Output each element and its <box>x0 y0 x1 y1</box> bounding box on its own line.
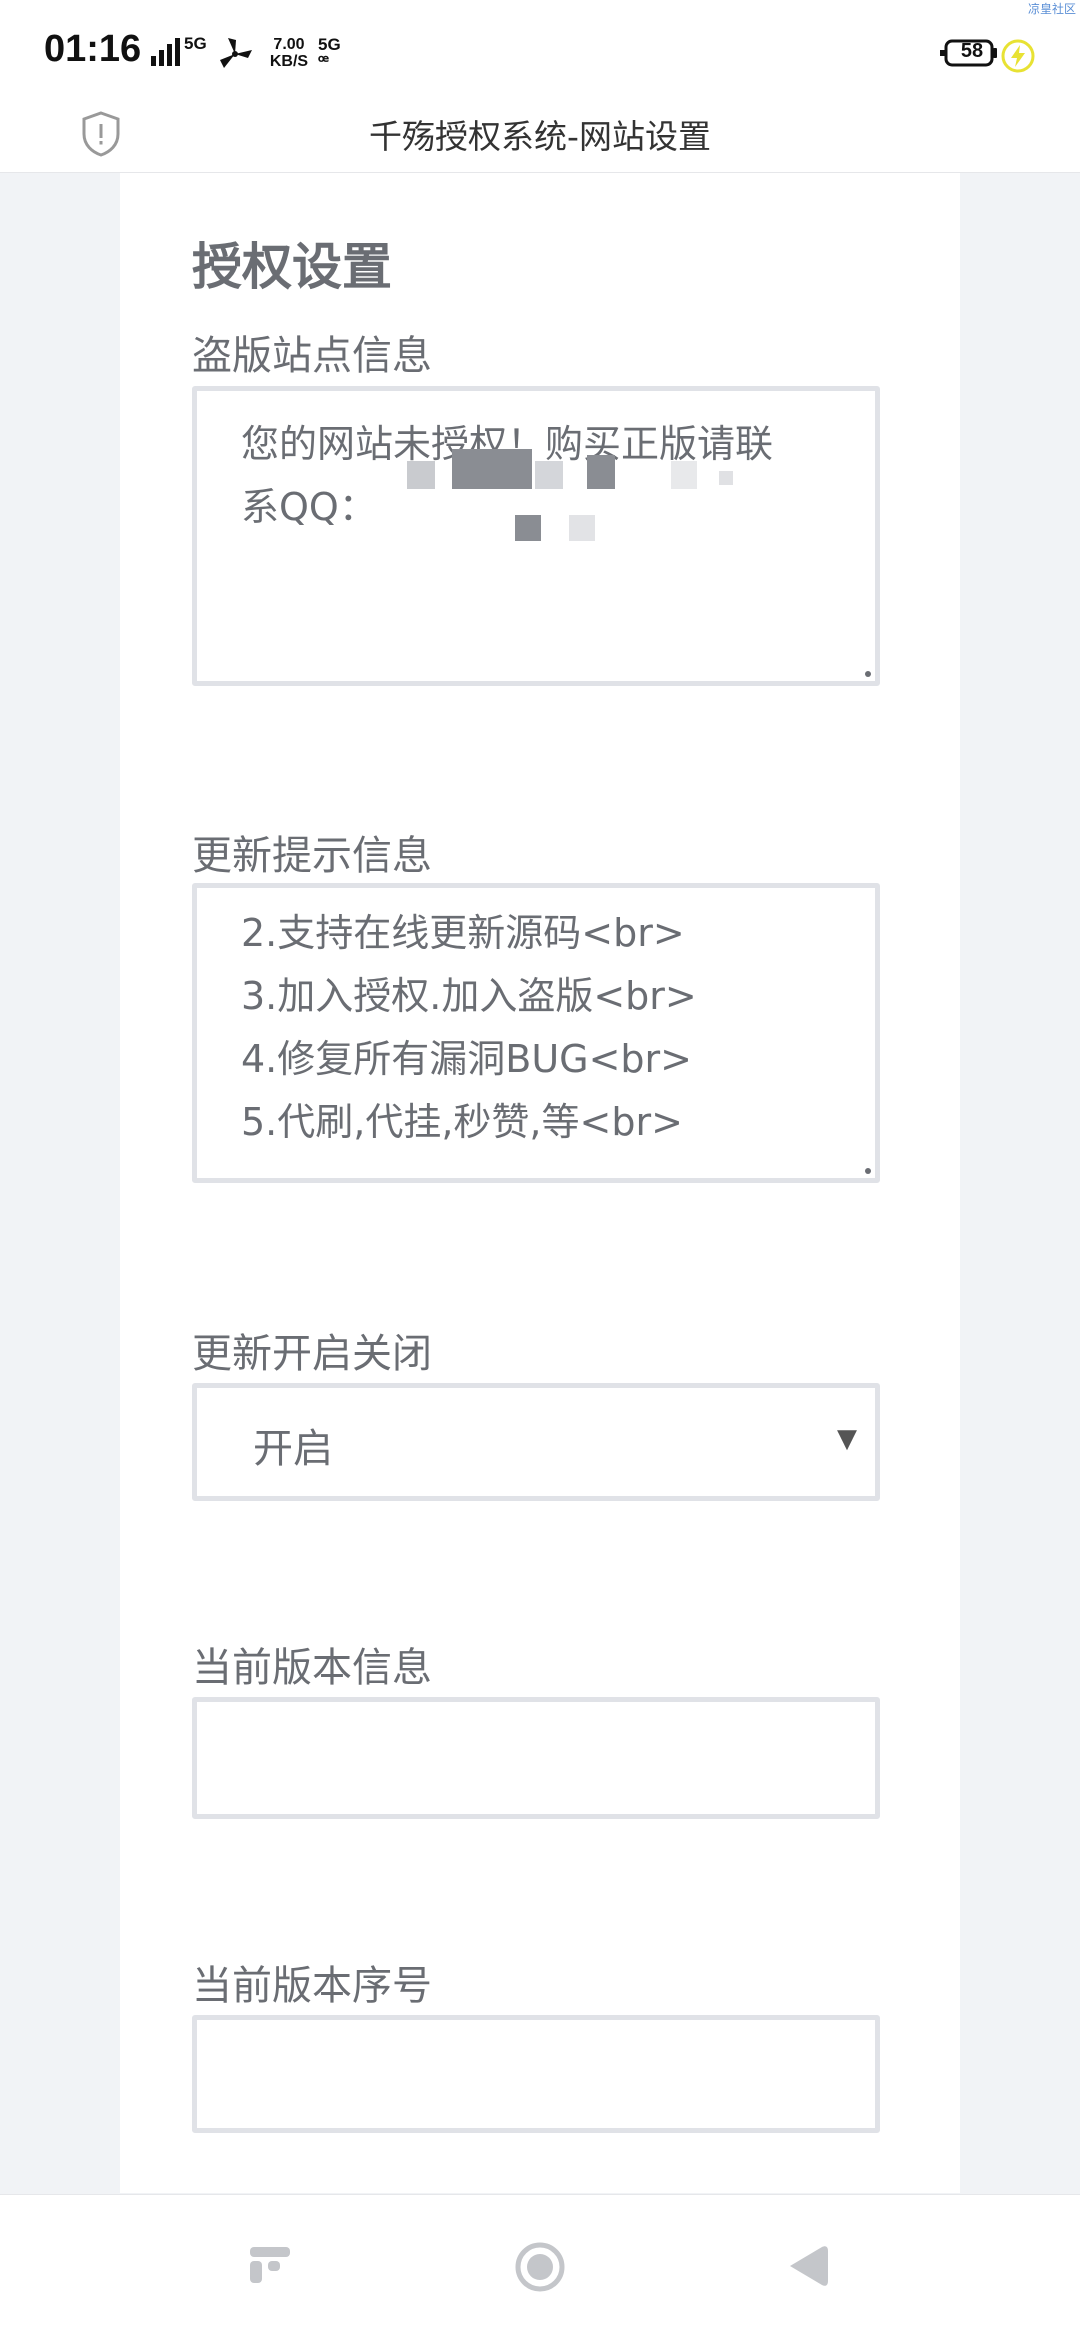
current-version-info-label: 当前版本信息 <box>192 1645 432 1691</box>
network-type-label: 5G <box>184 34 207 53</box>
update-toggle-label: 更新开启关闭 <box>192 1331 432 1377</box>
pirate-site-info-label: 盗版站点信息 <box>192 333 432 379</box>
update-toggle-select[interactable]: 开启 ▼ <box>192 1383 880 1501</box>
redaction-pixel <box>569 515 595 541</box>
recent-apps-icon[interactable] <box>246 2241 296 2291</box>
speed-value: 7.00 <box>273 36 305 53</box>
page-title: 千殇授权系统-网站设置 <box>369 117 711 156</box>
settings-card: 授权设置 盗版站点信息 您的网站未授权！购买正版请联 系QQ： 更新提示信息 2… <box>120 173 960 2193</box>
redaction-pixel <box>535 461 563 489</box>
charging-icon <box>1001 39 1035 73</box>
navigation-bar <box>0 2194 1080 2340</box>
status-time: 01:16 <box>44 28 142 70</box>
update-tips-text: 2.支持在线更新源码<br> 3.加入授权.加入盗版<br> 4.修复所有漏洞B… <box>241 911 697 1144</box>
screen: 01:16 5G 7.00 KB/S 5G ꟹ 58 凉皇社区 千殇授权系统-网… <box>0 0 1080 2340</box>
current-version-info-input[interactable] <box>192 1697 880 1819</box>
redaction-pixel <box>515 515 541 541</box>
status-bar: 01:16 5G 7.00 KB/S 5G ꟹ 58 凉皇社区 <box>0 0 1080 100</box>
network-speed: 7.00 KB/S <box>264 36 314 70</box>
update-tips-textarea[interactable]: 2.支持在线更新源码<br> 3.加入授权.加入盗版<br> 4.修复所有漏洞B… <box>192 883 880 1183</box>
redaction-pixel <box>587 455 615 489</box>
home-icon[interactable] <box>514 2241 566 2293</box>
section-heading: 授权设置 <box>192 238 392 296</box>
title-bar: 千殇授权系统-网站设置 <box>0 100 1080 173</box>
redaction-pixel <box>407 461 435 489</box>
resize-grip-icon[interactable] <box>865 671 871 677</box>
watermark: 凉皇社区 <box>1027 2 1076 16</box>
signal-icon <box>151 38 180 66</box>
back-icon[interactable] <box>784 2241 834 2291</box>
network-wave-icon: ꟹ <box>318 52 329 71</box>
battery-level: 58 <box>960 40 984 62</box>
data-transfer-icon <box>220 38 252 68</box>
current-version-number-label: 当前版本序号 <box>192 1963 432 2009</box>
pirate-site-info-textarea[interactable]: 您的网站未授权！购买正版请联 系QQ： <box>192 386 880 686</box>
redaction-pixel <box>719 471 733 485</box>
speed-unit: KB/S <box>269 53 309 70</box>
redaction-pixel <box>452 449 532 489</box>
update-tips-label: 更新提示信息 <box>192 833 432 879</box>
dropdown-arrow-icon: ▼ <box>837 1424 857 1454</box>
update-toggle-value: 开启 <box>253 1426 333 1472</box>
redaction-pixel <box>671 461 697 489</box>
resize-grip-icon[interactable] <box>865 1168 871 1174</box>
network-type-b-text: 5G <box>318 35 341 54</box>
current-version-number-input[interactable] <box>192 2015 880 2133</box>
network-type-label-2: 5G ꟹ <box>318 36 341 70</box>
